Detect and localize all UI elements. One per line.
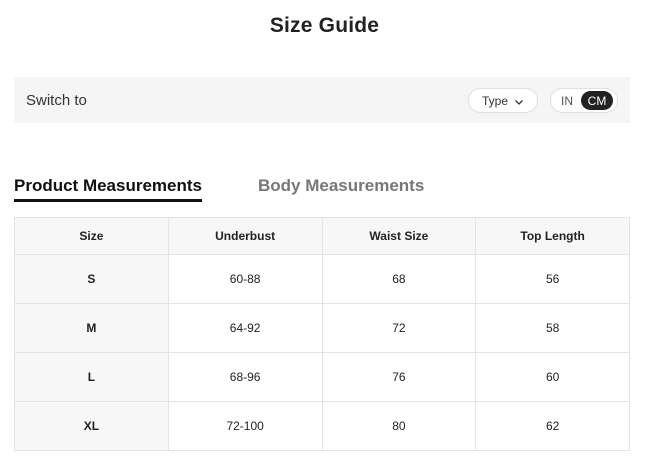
table-row: M 64-92 72 58 <box>14 303 630 353</box>
size-table: Size Underbust Waist Size Top Length S 6… <box>14 217 630 451</box>
top-length-cell: 62 <box>475 401 630 451</box>
column-header-underbust: Underbust <box>167 217 323 255</box>
switch-to-label: Switch to <box>26 91 87 109</box>
column-header-top-length: Top Length <box>475 217 630 255</box>
top-length-cell: 60 <box>475 352 630 402</box>
size-cell: S <box>14 254 169 304</box>
tab-product-measurements[interactable]: Product Measurements <box>14 176 202 202</box>
underbust-cell: 68-96 <box>167 352 323 402</box>
type-dropdown-button[interactable]: Type <box>468 88 538 113</box>
underbust-cell: 64-92 <box>167 303 323 353</box>
top-length-cell: 58 <box>475 303 630 353</box>
waist-size-cell: 76 <box>321 352 477 402</box>
column-header-size: Size <box>14 217 169 255</box>
type-label: Type <box>481 93 508 108</box>
top-length-cell: 56 <box>475 254 630 304</box>
unit-toggle: IN CM <box>550 88 618 113</box>
unit-cm-button[interactable]: CM <box>581 91 613 110</box>
underbust-cell: 72-100 <box>167 401 323 451</box>
table-row: L 68-96 76 60 <box>14 352 630 402</box>
column-header-waist-size: Waist Size <box>321 217 477 255</box>
size-cell: XL <box>14 401 169 451</box>
table-row: S 60-88 68 56 <box>14 254 630 304</box>
size-cell: M <box>14 303 169 353</box>
size-cell: L <box>14 352 169 402</box>
table-row: XL 72-100 80 62 <box>14 401 630 451</box>
chevron-down-icon <box>514 96 524 106</box>
waist-size-cell: 72 <box>321 303 477 353</box>
underbust-cell: 60-88 <box>167 254 323 304</box>
tab-body-measurements[interactable]: Body Measurements <box>258 176 424 196</box>
page-title: Size Guide <box>269 14 380 37</box>
waist-size-cell: 80 <box>321 401 477 451</box>
table-header-row: Size Underbust Waist Size Top Length <box>14 217 630 255</box>
waist-size-cell: 68 <box>321 254 477 304</box>
unit-switch-bar: Switch to Type IN CM <box>14 77 630 123</box>
unit-in-button[interactable]: IN <box>553 91 581 110</box>
